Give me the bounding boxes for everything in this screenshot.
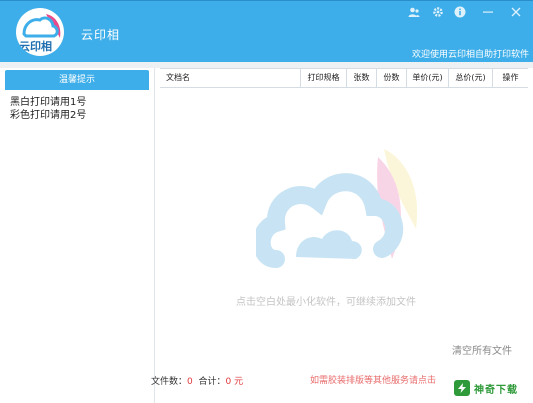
footer-stats: 文件数：0 合计：0 元 bbox=[151, 374, 243, 387]
tab-tips[interactable]: 温馨提示 bbox=[5, 70, 149, 90]
col-copies: 份数 bbox=[376, 69, 406, 87]
col-unit-price: 单价(元) bbox=[406, 69, 448, 87]
user-icon bbox=[408, 7, 420, 17]
tip-color: 彩色打印请用2号 bbox=[10, 110, 87, 121]
watermark-logo-icon bbox=[256, 149, 418, 268]
col-sheets: 张数 bbox=[346, 69, 376, 87]
download-logo-icon bbox=[454, 380, 470, 396]
bolt-icon bbox=[458, 383, 466, 393]
minimize-icon bbox=[483, 11, 493, 13]
file-count-value: 0 bbox=[187, 377, 193, 387]
download-site-badge: 神奇下载 bbox=[451, 373, 533, 403]
tips-panel: 温馨提示 黑白打印请用1号 彩色打印请用2号 bbox=[0, 68, 155, 403]
logo-text: 云印相 bbox=[19, 40, 52, 53]
file-drop-area[interactable]: 点击空白处最小化软件，可继续添加文件 bbox=[160, 89, 528, 364]
total-value: 0 bbox=[225, 377, 232, 387]
col-total-price: 总价(元) bbox=[448, 69, 492, 87]
close-button[interactable] bbox=[507, 4, 525, 20]
download-site-text: 神奇下载 bbox=[474, 384, 518, 396]
title-bar: 云印相 云印相 欢迎使用云印相自助打印软件 bbox=[0, 0, 533, 62]
info-icon bbox=[454, 6, 466, 18]
col-filename: 文档名 bbox=[166, 73, 190, 82]
drop-hint: 点击空白处最小化软件，可继续添加文件 bbox=[236, 297, 416, 308]
binding-service-link[interactable]: 如需胶装排版等其他服务请点击 bbox=[310, 373, 436, 386]
welcome-text: 欢迎使用云印相自助打印软件 bbox=[411, 50, 529, 60]
close-icon bbox=[511, 7, 521, 17]
file-count-label: 文件数： bbox=[151, 377, 188, 387]
total-label: 合计： bbox=[198, 377, 226, 387]
info-button[interactable] bbox=[451, 4, 469, 20]
minimize-button[interactable] bbox=[479, 4, 497, 20]
tip-black-white: 黑白打印请用1号 bbox=[10, 97, 87, 108]
app-title: 云印相 bbox=[81, 28, 121, 42]
gear-icon bbox=[433, 7, 443, 17]
app-logo: 云印相 bbox=[16, 8, 64, 56]
user-button[interactable] bbox=[405, 4, 423, 20]
clear-all-button[interactable]: 清空所有文件 bbox=[452, 342, 512, 357]
currency-unit: 元 bbox=[234, 377, 244, 387]
col-actions: 操作 bbox=[492, 69, 528, 87]
col-print-spec: 打印规格 bbox=[300, 69, 346, 87]
settings-button[interactable] bbox=[429, 4, 447, 20]
tips-list: 黑白打印请用1号 彩色打印请用2号 bbox=[10, 96, 86, 122]
file-table-header: 文档名 打印规格 张数 份数 单价(元) 总价(元) 操作 bbox=[160, 68, 528, 88]
